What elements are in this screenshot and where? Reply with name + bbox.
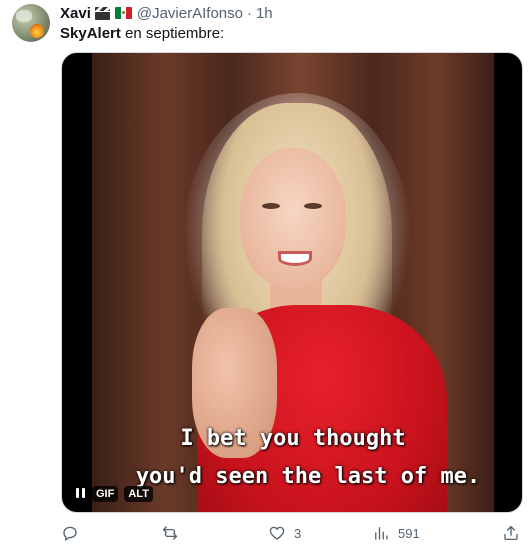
separator-dot: · bbox=[246, 4, 252, 22]
reply-button[interactable] bbox=[61, 524, 87, 542]
tweet[interactable]: Xavi @JavierAIfonso · 1h SkyAlert en sep… bbox=[0, 0, 531, 545]
like-count: 3 bbox=[294, 525, 302, 541]
views-count: 591 bbox=[398, 525, 420, 541]
tweet-text: SkyAlert en septiembre: bbox=[60, 25, 224, 43]
avatar-detail bbox=[16, 10, 32, 22]
face bbox=[240, 148, 346, 288]
eye bbox=[262, 203, 280, 209]
author-handle[interactable]: @JavierAIfonso bbox=[137, 5, 243, 22]
action-bar: 3 591 bbox=[61, 524, 523, 544]
smile bbox=[278, 251, 312, 266]
timestamp[interactable]: 1h bbox=[256, 5, 273, 22]
gif-media[interactable]: I bet you thought you'd seen the last of… bbox=[61, 52, 523, 513]
tweet-header: Xavi @JavierAIfonso · 1h bbox=[60, 3, 273, 23]
like-button[interactable]: 3 bbox=[268, 524, 301, 542]
alt-badge[interactable]: ALT bbox=[124, 486, 153, 502]
pause-icon[interactable] bbox=[74, 488, 86, 500]
reply-icon bbox=[63, 526, 77, 542]
retweet-icon bbox=[162, 526, 178, 540]
heart-icon bbox=[269, 526, 285, 540]
media-controls: GIF ALT bbox=[74, 486, 153, 502]
mexico-flag-icon bbox=[114, 7, 132, 19]
avatar[interactable] bbox=[12, 4, 50, 42]
tweet-mention: SkyAlert bbox=[60, 25, 121, 42]
clapperboard-icon bbox=[94, 6, 110, 20]
retweet-button[interactable] bbox=[161, 524, 187, 542]
share-icon bbox=[504, 525, 518, 541]
tweet-body: en septiembre: bbox=[120, 25, 225, 42]
eye bbox=[304, 203, 322, 209]
views-icon bbox=[375, 527, 388, 540]
gif-badge: GIF bbox=[92, 486, 119, 502]
gif-subtitle-line-1: I bet you thought bbox=[180, 426, 406, 451]
avatar-detail bbox=[30, 24, 44, 38]
views-button[interactable]: 591 bbox=[372, 524, 420, 542]
share-button[interactable] bbox=[502, 524, 520, 542]
author-name[interactable]: Xavi bbox=[60, 5, 91, 22]
